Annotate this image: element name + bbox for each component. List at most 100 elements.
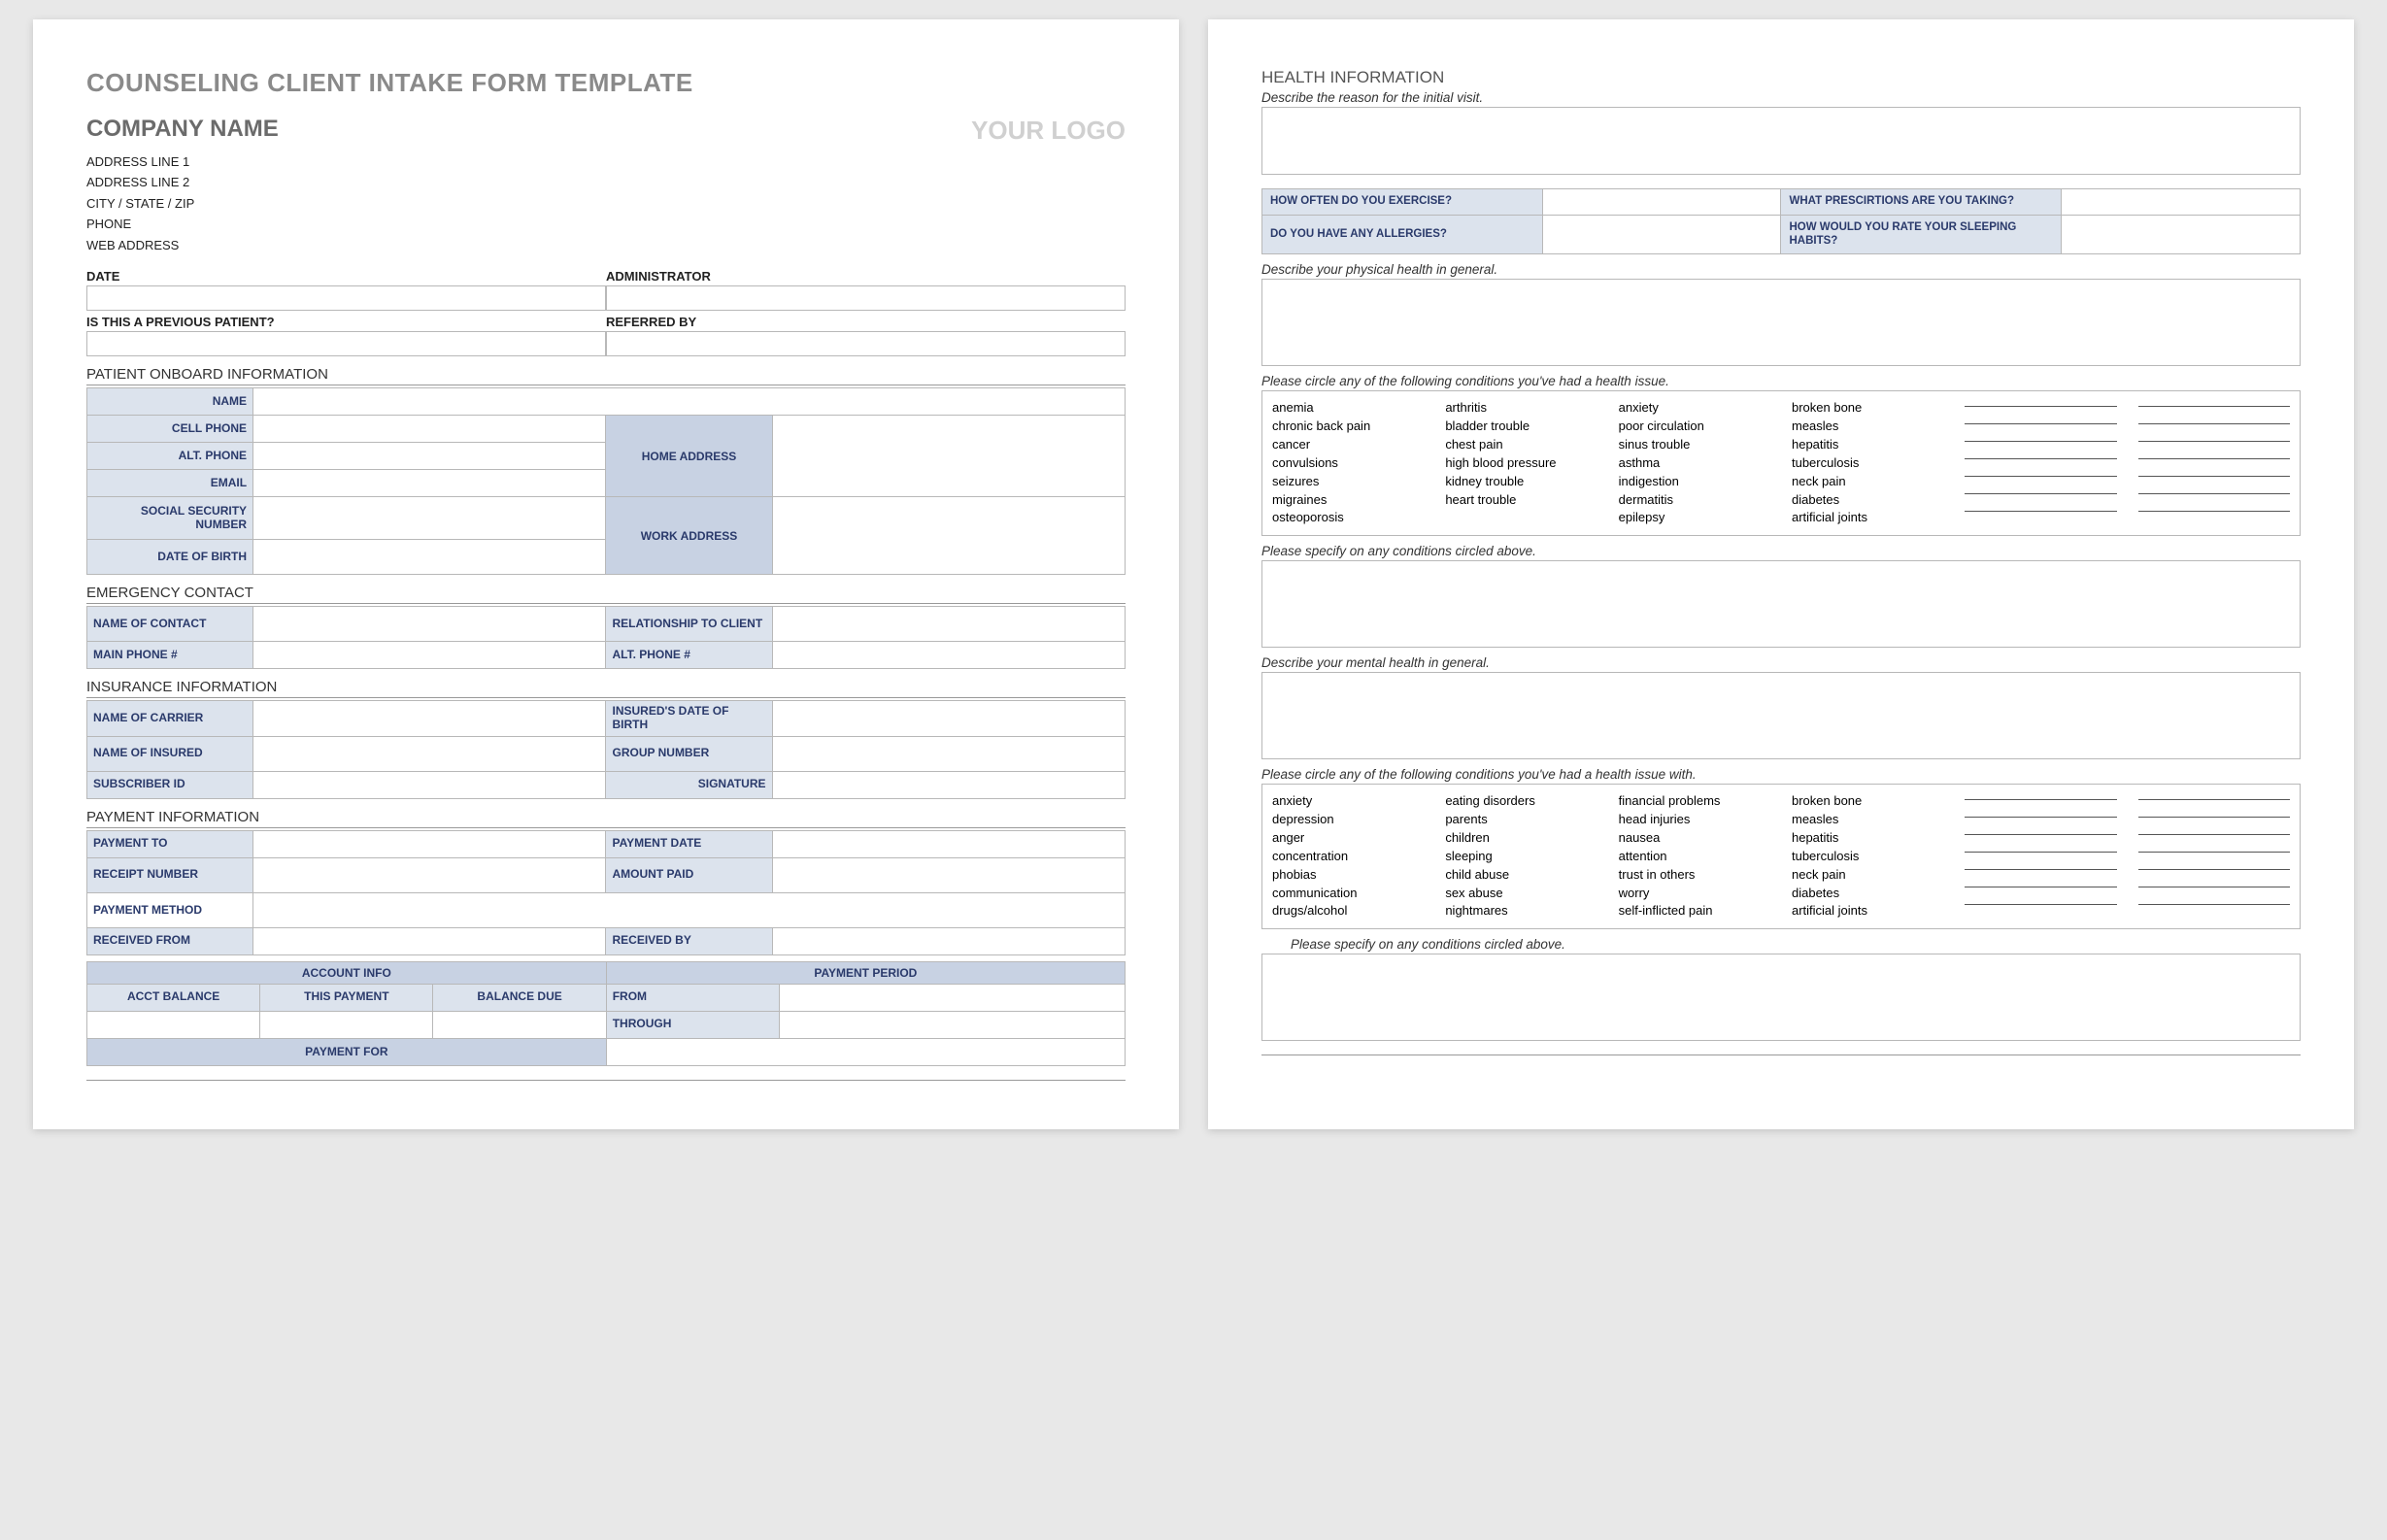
specify-phys-input[interactable] <box>1261 560 2301 648</box>
blank-line[interactable] <box>2138 493 2290 494</box>
received-by-input[interactable] <box>772 927 1125 954</box>
insured-label: NAME OF INSURED <box>87 736 253 771</box>
amount-paid-input[interactable] <box>772 857 1125 892</box>
subscriber-id-input[interactable] <box>253 771 606 798</box>
reason-input[interactable] <box>1261 107 2301 175</box>
condition-item: self-inflicted pain <box>1619 902 1770 921</box>
phys-blank-col-1 <box>1965 399 2116 527</box>
email-input[interactable] <box>253 470 606 497</box>
prev-patient-input[interactable] <box>86 331 606 356</box>
date-admin-row: DATE ADMINISTRATOR <box>86 265 1126 311</box>
condition-item: diabetes <box>1792 885 1943 903</box>
mental-health-input[interactable] <box>1261 672 2301 759</box>
blank-line[interactable] <box>2138 869 2290 870</box>
blank-line[interactable] <box>1965 511 2116 512</box>
blank-line[interactable] <box>1965 493 2116 494</box>
phys-col-2: arthritisbladder troublechest painhigh b… <box>1445 399 1597 527</box>
blank-line[interactable] <box>2138 458 2290 459</box>
physical-instruction: Describe your physical health in general… <box>1261 262 2301 277</box>
condition-item: tuberculosis <box>1792 848 1943 866</box>
specify-mental-instruction: Please specify on any conditions circled… <box>1261 937 2301 952</box>
health-info-title: HEALTH INFORMATION <box>1261 68 2301 87</box>
condition-item: poor circulation <box>1619 418 1770 436</box>
altphone-input[interactable] <box>253 443 606 470</box>
this-payment-input[interactable] <box>260 1011 433 1038</box>
blank-line[interactable] <box>1965 476 2116 477</box>
relationship-input[interactable] <box>772 607 1125 642</box>
allergies-input[interactable] <box>1542 215 1781 254</box>
patient-section-title: PATIENT ONBOARD INFORMATION <box>86 366 1126 385</box>
dob-input[interactable] <box>253 540 606 575</box>
reason-instruction: Describe the reason for the initial visi… <box>1261 90 2301 105</box>
prescriptions-input[interactable] <box>2062 189 2301 216</box>
phys-blank-col-2 <box>2138 399 2290 527</box>
condition-item: children <box>1445 829 1597 848</box>
payment-to-input[interactable] <box>253 830 606 857</box>
condition-item: hepatitis <box>1792 829 1943 848</box>
blank-line[interactable] <box>2138 441 2290 442</box>
blank-line[interactable] <box>2138 406 2290 407</box>
condition-item: hepatitis <box>1792 436 1943 454</box>
main-phone-input[interactable] <box>253 642 606 669</box>
payment-for-input[interactable] <box>606 1038 1125 1065</box>
balance-due-input[interactable] <box>433 1011 606 1038</box>
blank-line[interactable] <box>1965 458 2116 459</box>
received-from-input[interactable] <box>253 927 606 954</box>
administrator-input[interactable] <box>606 285 1126 311</box>
through-input[interactable] <box>779 1011 1125 1038</box>
condition-item: seizures <box>1272 473 1424 491</box>
blank-line[interactable] <box>1965 423 2116 424</box>
exercise-input[interactable] <box>1542 189 1781 216</box>
condition-item: anger <box>1272 829 1424 848</box>
condition-item: neck pain <box>1792 866 1943 885</box>
insured-input[interactable] <box>253 736 606 771</box>
specify-mental-input[interactable] <box>1261 954 2301 1041</box>
name-input[interactable] <box>253 388 1126 416</box>
mental-blank-col-2 <box>2138 792 2290 921</box>
acct-balance-input[interactable] <box>87 1011 260 1038</box>
carrier-input[interactable] <box>253 701 606 737</box>
work-address-input[interactable] <box>772 497 1125 575</box>
blank-line[interactable] <box>1965 869 2116 870</box>
insured-dob-input[interactable] <box>772 701 1125 737</box>
blank-line[interactable] <box>1965 904 2116 905</box>
physical-health-input[interactable] <box>1261 279 2301 366</box>
blank-line[interactable] <box>2138 904 2290 905</box>
blank-line[interactable] <box>2138 476 2290 477</box>
from-input[interactable] <box>779 984 1125 1011</box>
date-input[interactable] <box>86 285 606 311</box>
blank-line[interactable] <box>1965 441 2116 442</box>
cellphone-input[interactable] <box>253 416 606 443</box>
page-2: HEALTH INFORMATION Describe the reason f… <box>1208 19 2354 1129</box>
name-label: NAME <box>87 388 253 416</box>
group-number-input[interactable] <box>772 736 1125 771</box>
condition-item: drugs/alcohol <box>1272 902 1424 921</box>
home-address-input[interactable] <box>772 416 1125 497</box>
blank-line[interactable] <box>2138 834 2290 835</box>
ssn-input[interactable] <box>253 497 606 540</box>
referred-by-input[interactable] <box>606 331 1126 356</box>
condition-item: indigestion <box>1619 473 1770 491</box>
blank-line[interactable] <box>2138 817 2290 818</box>
alt-phone-input[interactable] <box>772 642 1125 669</box>
receipt-number-input[interactable] <box>253 857 606 892</box>
blank-line[interactable] <box>2138 852 2290 853</box>
blank-line[interactable] <box>1965 852 2116 853</box>
payment-date-input[interactable] <box>772 830 1125 857</box>
blank-line[interactable] <box>2138 799 2290 800</box>
payment-method-input[interactable] <box>253 892 1126 927</box>
blank-line[interactable] <box>2138 511 2290 512</box>
phys-col-3: anxietypoor circulationsinus troubleasth… <box>1619 399 1770 527</box>
sleeping-input[interactable] <box>2062 215 2301 254</box>
condition-item: artificial joints <box>1792 509 1943 527</box>
blank-line[interactable] <box>1965 799 2116 800</box>
blank-line[interactable] <box>1965 406 2116 407</box>
signature-input[interactable] <box>772 771 1125 798</box>
received-from-label: RECEIVED FROM <box>87 927 253 954</box>
payment-method-label: PAYMENT METHOD <box>87 892 253 927</box>
condition-item: attention <box>1619 848 1770 866</box>
contact-name-input[interactable] <box>253 607 606 642</box>
blank-line[interactable] <box>1965 834 2116 835</box>
blank-line[interactable] <box>2138 423 2290 424</box>
blank-line[interactable] <box>1965 817 2116 818</box>
